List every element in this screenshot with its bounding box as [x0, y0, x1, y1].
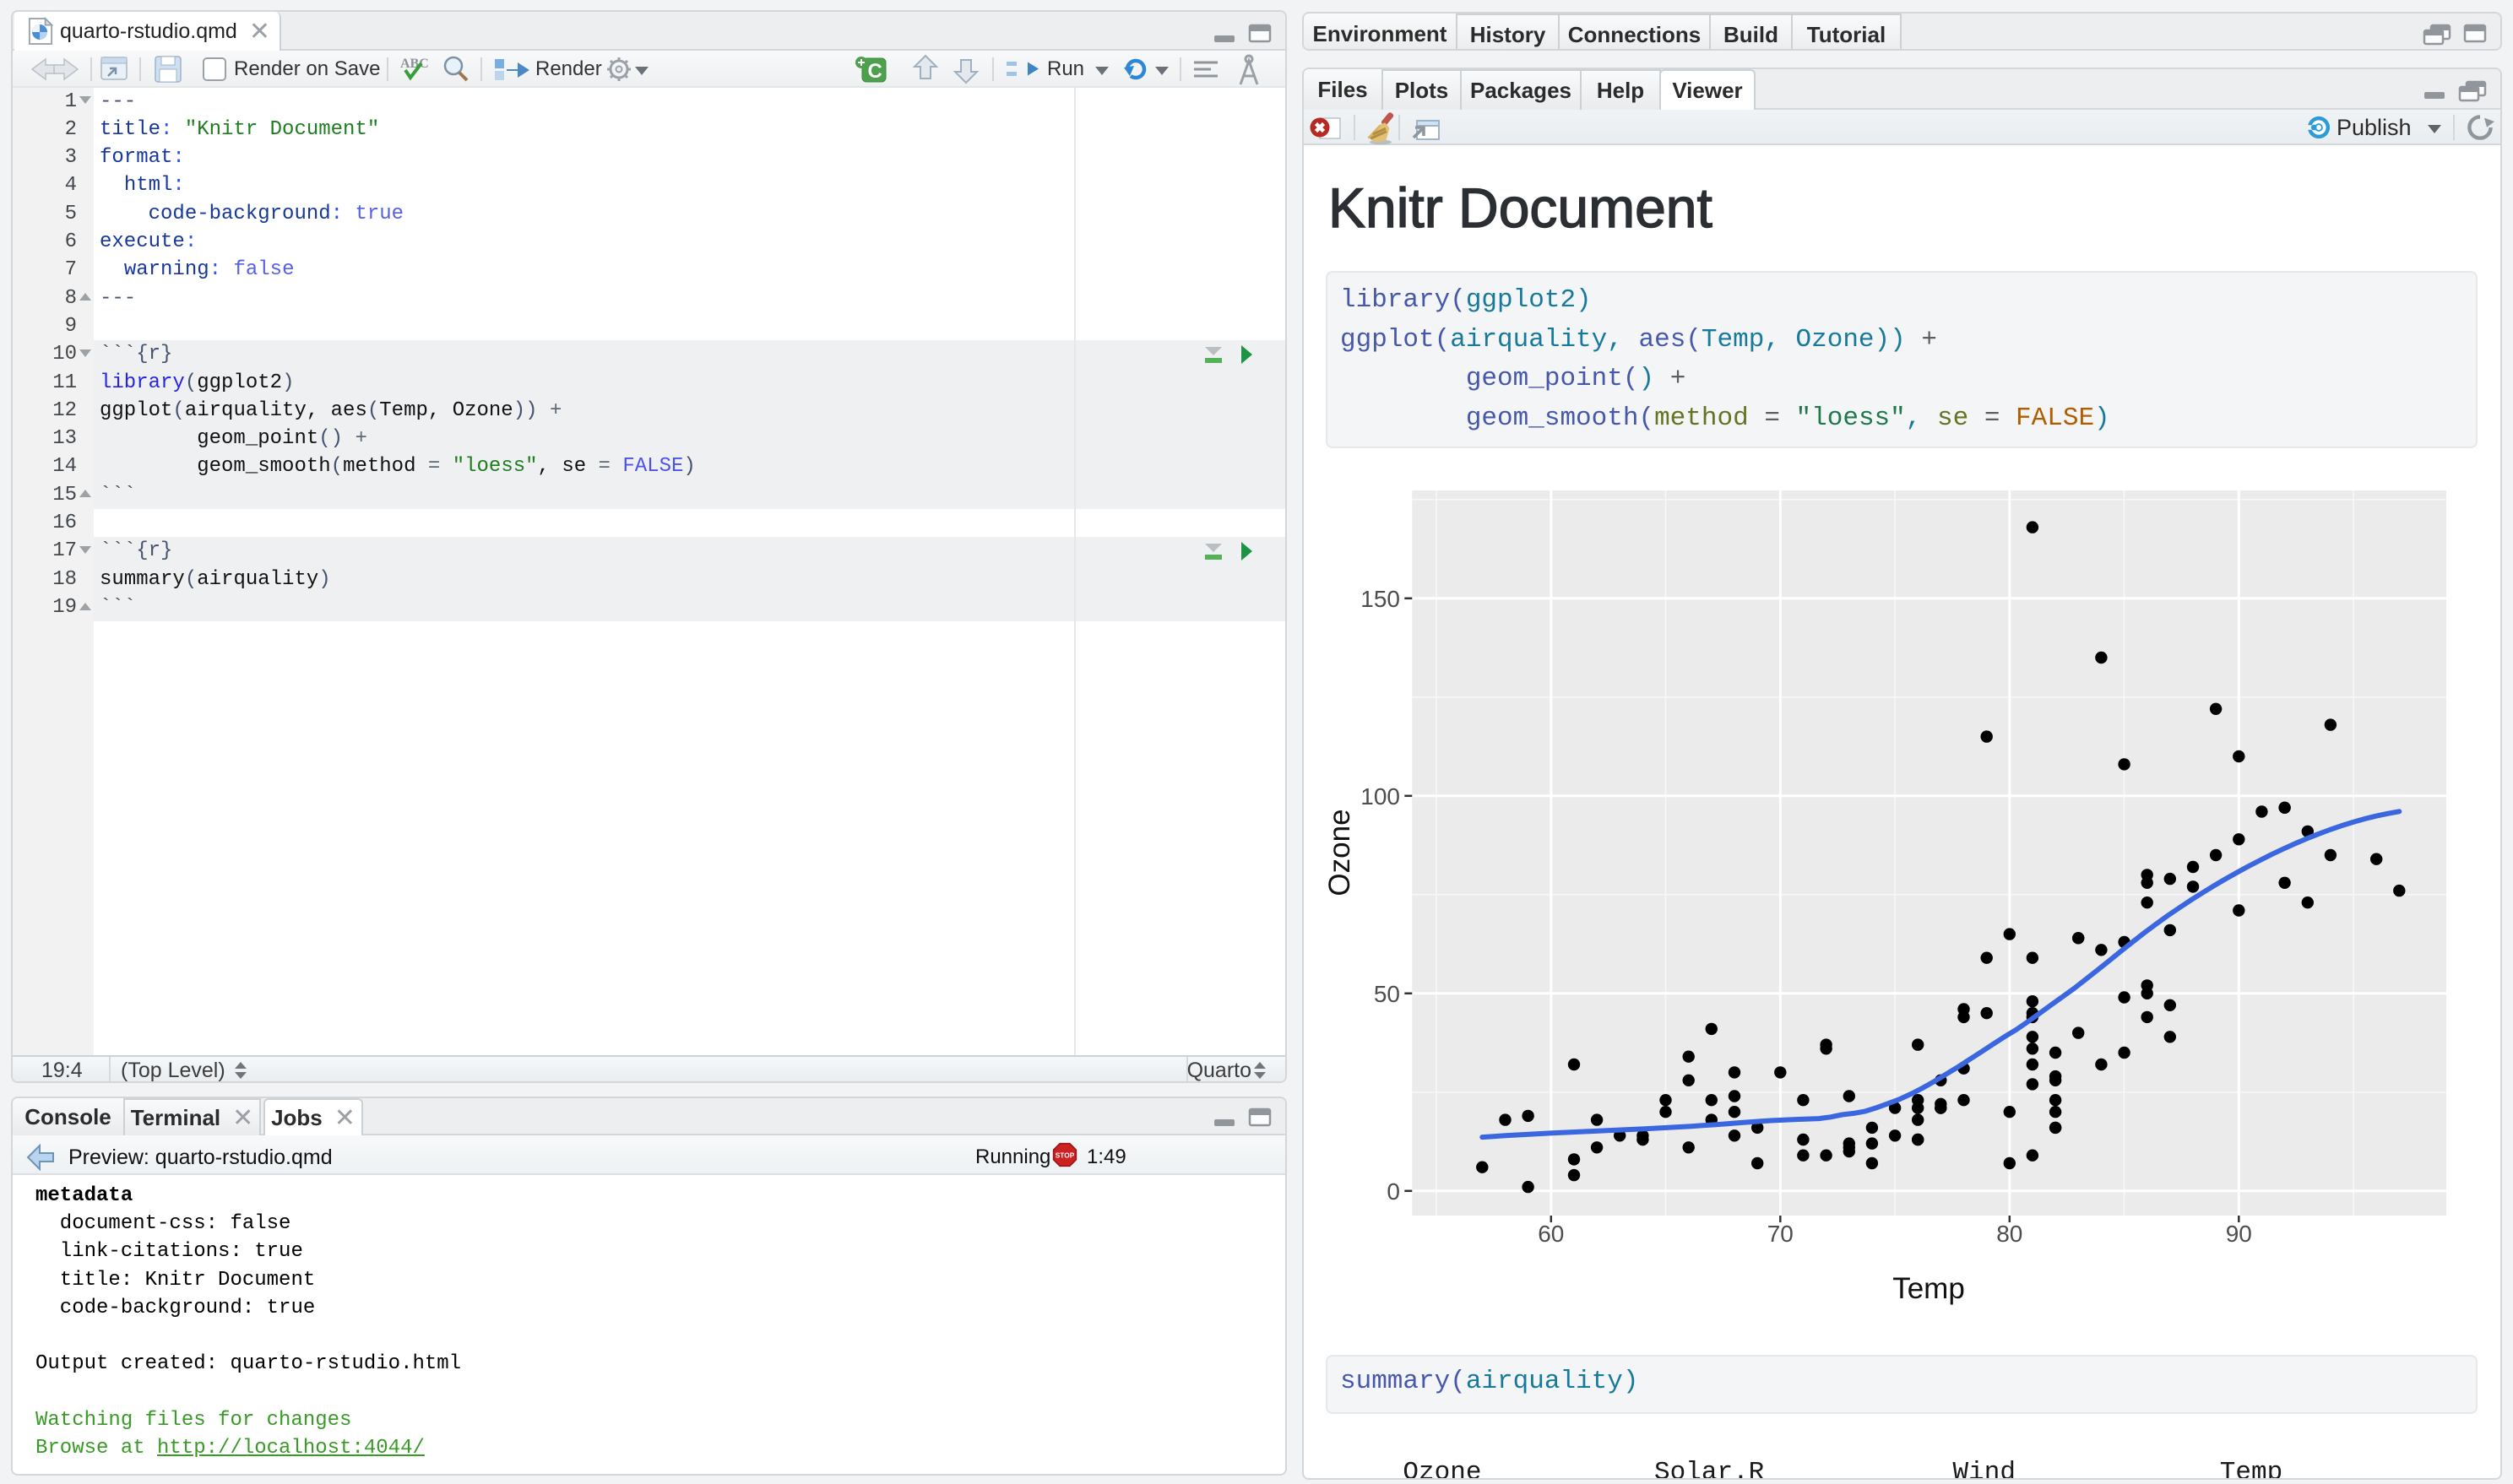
- svg-text:0: 0: [1387, 1178, 1400, 1205]
- svg-text:90: 90: [2226, 1221, 2252, 1247]
- svg-text:Ozone: Ozone: [1323, 809, 1356, 896]
- svg-text:50: 50: [1374, 981, 1400, 1007]
- svg-text:Run: Run: [1047, 57, 1084, 80]
- svg-text:100: 100: [1360, 783, 1400, 810]
- svg-text:150: 150: [1360, 586, 1400, 612]
- svg-text:Render on Save: Render on Save: [234, 57, 380, 80]
- svg-text:60: 60: [1538, 1221, 1564, 1247]
- svg-text:ABC: ABC: [400, 57, 429, 71]
- svg-text:80: 80: [1996, 1221, 2022, 1247]
- svg-text:Temp: Temp: [1892, 1272, 1965, 1305]
- svg-text:STOP: STOP: [1056, 1151, 1075, 1160]
- svg-text:70: 70: [1767, 1221, 1794, 1247]
- svg-text:Render: Render: [535, 57, 602, 80]
- svg-text:C: C: [868, 60, 882, 83]
